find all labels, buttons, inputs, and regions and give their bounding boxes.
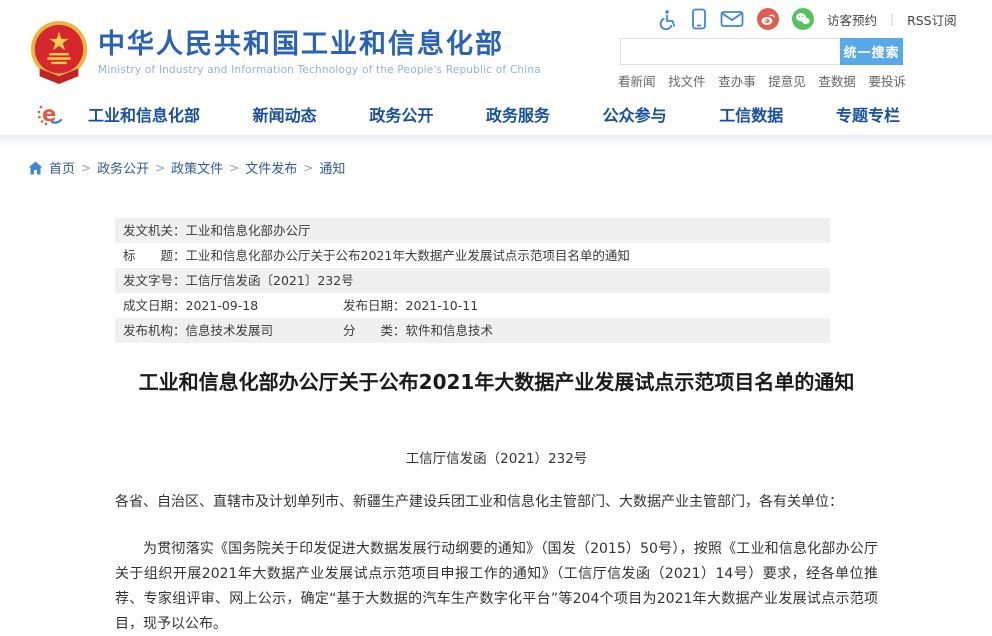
meta-value: 工业和信息化部办公厅关于公布2021年大数据产业发展试点示范项目名单的通知 [186, 248, 630, 263]
mail-icon[interactable] [720, 10, 744, 28]
nav-items: 工业和信息化部 新闻动态 政务公开 政务服务 公众参与 工信数据 专题专栏 [88, 102, 900, 126]
meta-value: 信息技术发展司 [186, 323, 274, 338]
nav-item-participation[interactable]: 公众参与 [603, 102, 667, 126]
breadcrumb: 首页 > 政务公开 > 政策文件 > 文件发布 > 通知 [28, 158, 345, 177]
brand-block: 中华人民共和国工业和信息化部 Ministry of Industry and … [98, 30, 541, 76]
quick-link-data[interactable]: 查数据 [818, 71, 856, 90]
meta-value: 2021-10-11 [406, 298, 479, 313]
meta-label: 分 类： [343, 323, 406, 338]
breadcrumb-policy-files[interactable]: 政策文件 [171, 158, 223, 177]
meta-row-title: 标 题：工业和信息化部办公厅关于公布2021年大数据产业发展试点示范项目名单的通… [115, 243, 830, 268]
nav-item-gov-open[interactable]: 政务公开 [369, 102, 433, 126]
breadcrumb-notice[interactable]: 通知 [319, 158, 345, 177]
visitor-appointment-link[interactable]: 访客预约 [827, 10, 877, 29]
quick-link-suggest[interactable]: 提意见 [768, 71, 806, 90]
quick-link-complaint[interactable]: 要投诉 [868, 71, 906, 90]
quick-link-files[interactable]: 找文件 [668, 71, 706, 90]
meta-value: 工信厅信发函〔2021〕232号 [186, 273, 354, 288]
gov-e-logo-icon: e [36, 100, 64, 128]
wechat-icon[interactable] [792, 8, 814, 30]
nav-bottom-band [0, 135, 992, 145]
nav-item-miit[interactable]: 工业和信息化部 [88, 102, 200, 126]
quick-link-services[interactable]: 查办事 [718, 71, 756, 90]
quick-links-row: 看新闻 找文件 查办事 提意见 查数据 要投诉 [618, 71, 906, 90]
meta-value: 软件和信息技术 [406, 323, 494, 338]
document-title: 工业和信息化部办公厅关于公布2021年大数据产业发展试点示范项目名单的通知 [115, 366, 878, 395]
meta-label: 标 题： [123, 248, 186, 263]
accessibility-icon[interactable] [658, 9, 678, 30]
nav-item-news[interactable]: 新闻动态 [253, 102, 317, 126]
document-number: 工信厅信发函（2021）232号 [115, 447, 878, 467]
meta-label: 发文机关： [123, 223, 186, 238]
breadcrumb-separator: > [81, 161, 91, 175]
nav-item-data[interactable]: 工信数据 [719, 102, 783, 126]
meta-row-dates: 成文日期：2021-09-18 发布日期：2021-10-11 [115, 293, 830, 318]
breadcrumb-file-release[interactable]: 文件发布 [245, 158, 297, 177]
document-salutation: 各省、自治区、直辖市及计划单列市、新疆生产建设兵团工业和信息化主管部门、大数据产… [115, 491, 878, 511]
quick-link-news[interactable]: 看新闻 [618, 71, 656, 90]
meta-row-publisher: 发布机构：信息技术发展司 分 类：软件和信息技术 [115, 318, 830, 343]
meta-label: 发布机构： [123, 323, 186, 338]
search-input[interactable] [620, 38, 840, 65]
meta-col2: 发布日期：2021-10-11 [343, 293, 478, 318]
home-icon[interactable] [28, 161, 43, 175]
breadcrumb-separator: > [303, 161, 313, 175]
meta-label: 发布日期： [343, 298, 406, 313]
header-utility-bar: 访客预约 | RSS订阅 [658, 7, 957, 31]
page: 中华人民共和国工业和信息化部 Ministry of Industry and … [0, 0, 992, 636]
site-title: 中华人民共和国工业和信息化部 [98, 30, 541, 60]
site-header: 中华人民共和国工业和信息化部 Ministry of Industry and … [0, 0, 992, 92]
search-bar: 统一搜索 [620, 38, 903, 65]
meta-label: 成文日期： [123, 298, 186, 313]
breadcrumb-separator: > [155, 161, 165, 175]
rss-subscribe-link[interactable]: RSS订阅 [907, 10, 957, 29]
breadcrumb-separator: > [229, 161, 239, 175]
meta-value: 工业和信息化部办公厅 [186, 223, 311, 238]
document-meta-table: 发文机关：工业和信息化部办公厅 标 题：工业和信息化部办公厅关于公布2021年大… [115, 218, 830, 343]
national-emblem-logo [28, 20, 90, 84]
site-subtitle-english: Ministry of Industry and Information Tec… [98, 64, 541, 76]
mobile-icon[interactable] [691, 8, 707, 30]
weibo-icon[interactable] [757, 8, 779, 30]
nav-item-gov-service[interactable]: 政务服务 [486, 102, 550, 126]
document-paragraph: 为贯彻落实《国务院关于印发促进大数据发展行动纲要的通知》（国发（2015）50号… [115, 537, 878, 636]
divider: | [890, 12, 894, 26]
meta-value: 2021-09-18 [186, 298, 259, 313]
meta-row-doc-number: 发文字号：工信厅信发函〔2021〕232号 [115, 268, 830, 293]
breadcrumb-gov-open[interactable]: 政务公开 [97, 158, 149, 177]
meta-col2: 分 类：软件和信息技术 [343, 318, 493, 343]
search-button[interactable]: 统一搜索 [840, 38, 903, 65]
meta-label: 发文字号： [123, 273, 186, 288]
meta-row-issuing-agency: 发文机关：工业和信息化部办公厅 [115, 218, 830, 243]
breadcrumb-home[interactable]: 首页 [49, 158, 75, 177]
nav-item-topics[interactable]: 专题专栏 [836, 102, 900, 126]
main-nav: e 工业和信息化部 新闻动态 政务公开 政务服务 公众参与 工信数据 专题专栏 [0, 92, 992, 135]
